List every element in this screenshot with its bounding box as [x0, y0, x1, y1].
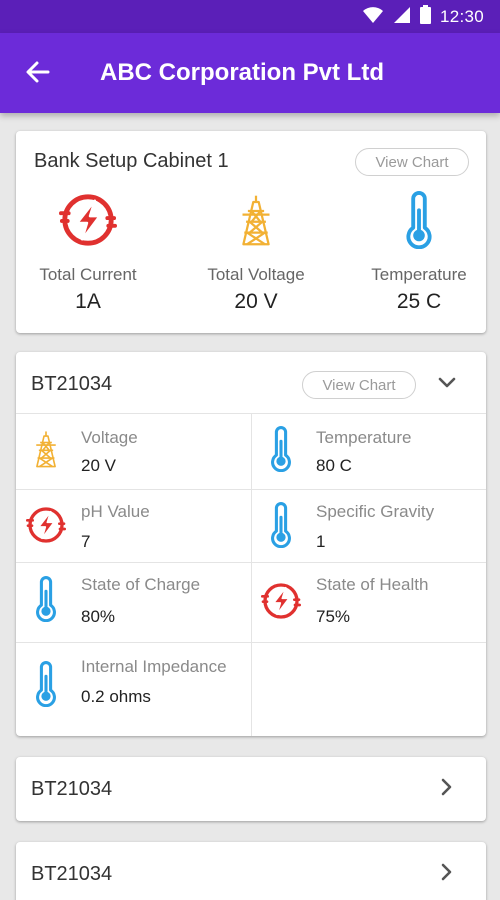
reading-value: 20 V [81, 456, 116, 475]
reading-value: 7 [81, 532, 91, 551]
reading-label: Internal Impedance [81, 657, 227, 676]
metric-total-current: Total Current 1A [13, 191, 163, 314]
thermometer-icon [269, 502, 293, 553]
reading-label: State of Charge [81, 575, 201, 594]
expand-button[interactable] [435, 777, 459, 801]
status-time: 12:30 [439, 7, 484, 26]
tower-icon [238, 191, 274, 254]
readings-row: Voltage 20 V Temperature 80 C [16, 413, 486, 489]
arrow-left-icon [25, 59, 51, 90]
back-button[interactable] [22, 58, 54, 90]
battery-card-collapsed[interactable]: BT21034 [16, 842, 486, 900]
readings-row: State of Charge 80% State of Health 75% [16, 562, 486, 642]
expand-button[interactable] [435, 862, 459, 886]
battery-card-expanded: BT21034 View Chart Voltage 20 V Temperat… [16, 352, 486, 736]
reading-value: 1 [316, 532, 326, 551]
chevron-right-icon [441, 863, 453, 886]
cabinet-summary-card: Bank Setup Cabinet 1 View Chart Total Cu… [16, 131, 486, 333]
metric-value: 20 V [234, 290, 278, 313]
reading-specific-gravity: Specific Gravity 1 [251, 490, 486, 562]
readings-row: pH Value 7 Specific Gravity 1 [16, 489, 486, 562]
reading-label: Temperature [316, 428, 412, 447]
tower-icon [33, 426, 59, 477]
reading-label: State of Health [316, 575, 429, 594]
app-bar: ABC Corporation Pvt Ltd [0, 33, 500, 113]
page-title: ABC Corporation Pvt Ltd [100, 59, 384, 86]
battery-view-chart-button[interactable]: View Chart [302, 371, 416, 399]
reading-state-of-charge: State of Charge 80% [16, 563, 251, 642]
reading-internal-impedance: Internal Impedance 0.2 ohms [16, 643, 251, 736]
reading-value: 80 C [316, 456, 352, 475]
metric-label: Total Current [39, 265, 137, 284]
reading-value: 80% [81, 607, 116, 626]
metric-value: 25 C [396, 290, 442, 313]
reading-value: 75% [316, 607, 351, 626]
lightning-icon [26, 505, 66, 550]
status-bar: 12:30 [0, 0, 500, 33]
cabinet-view-chart-button[interactable]: View Chart [355, 148, 469, 176]
metric-total-voltage: Total Voltage 20 V [181, 191, 331, 314]
wifi-icon [362, 6, 384, 29]
reading-state-of-health: State of Health 75% [251, 563, 486, 642]
collapse-toggle[interactable] [435, 373, 459, 397]
chevron-right-icon [441, 778, 453, 801]
reading-label: pH Value [81, 502, 150, 521]
metric-label: Total Voltage [207, 265, 305, 284]
reading-temperature: Temperature 80 C [251, 414, 486, 489]
reading-ph-value: pH Value 7 [16, 490, 251, 562]
signal-icon [393, 6, 411, 29]
thermometer-icon [404, 191, 434, 254]
cabinet-title: Bank Setup Cabinet 1 [34, 150, 229, 172]
thermometer-icon [34, 661, 58, 712]
reading-label: Specific Gravity [316, 502, 435, 521]
metric-value: 1A [75, 290, 101, 313]
chevron-down-icon [438, 376, 456, 394]
battery-icon [419, 5, 431, 29]
battery-card-collapsed[interactable]: BT21034 [16, 757, 486, 821]
metric-label: Temperature [371, 265, 467, 284]
reading-voltage: Voltage 20 V [16, 414, 251, 489]
lightning-icon [59, 191, 117, 254]
reading-value: 0.2 ohms [81, 687, 151, 706]
readings-row: Internal Impedance 0.2 ohms [16, 642, 486, 736]
battery-title: BT21034 [31, 373, 113, 395]
thermometer-icon [34, 576, 58, 627]
lightning-icon [261, 581, 301, 626]
reading-label: Voltage [81, 428, 138, 447]
thermometer-icon [269, 426, 293, 477]
battery-title: BT21034 [31, 778, 113, 800]
metric-temperature: Temperature 25 C [344, 191, 494, 314]
battery-title: BT21034 [31, 863, 113, 885]
